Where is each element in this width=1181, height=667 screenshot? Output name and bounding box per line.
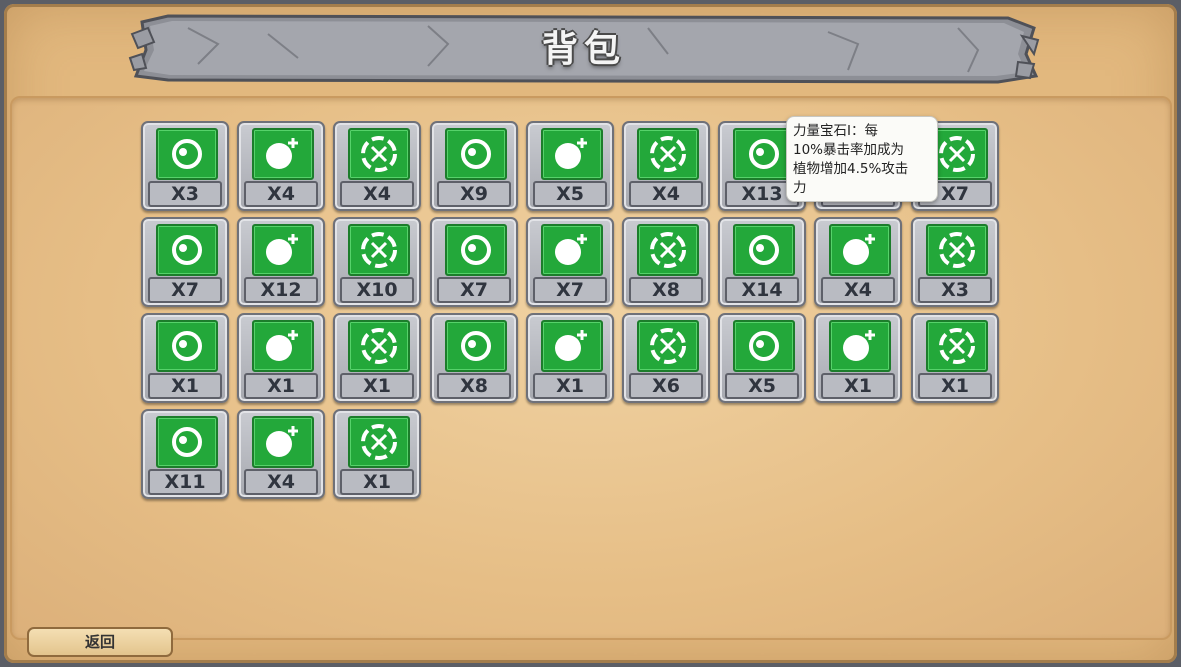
fanged-eye-gem-icon (156, 320, 218, 372)
item-count: X5 (725, 373, 799, 399)
inventory-slot[interactable]: X1 (141, 313, 229, 403)
item-count: X8 (629, 277, 703, 303)
cactus-plus-gem-icon (541, 224, 603, 276)
plant-hammer-gem-icon (348, 416, 410, 468)
item-count: X9 (437, 181, 511, 207)
inventory-slot[interactable]: X8 (622, 217, 710, 307)
crossed-cannon-gem-icon (445, 128, 507, 180)
item-count: X8 (437, 373, 511, 399)
item-count: X7 (533, 277, 607, 303)
cabbage-plus-gem-icon (445, 224, 507, 276)
inventory-slot[interactable]: X4 (237, 121, 325, 211)
item-count: X4 (244, 181, 318, 207)
inventory-slot[interactable]: X7 (430, 217, 518, 307)
item-count: X4 (821, 277, 895, 303)
zero-ring-gem-icon (348, 320, 410, 372)
cherry-plus-gem-icon (637, 224, 699, 276)
inventory-slot[interactable]: X4 (622, 121, 710, 211)
title-banner: 背包 (128, 14, 1040, 84)
target-ring-gem-icon (348, 128, 410, 180)
seed-pod-gem-icon (156, 128, 218, 180)
inventory-slot[interactable]: X12 (237, 217, 325, 307)
sun-minus-gem-icon (156, 224, 218, 276)
item-count: X7 (148, 277, 222, 303)
item-count: X4 (629, 181, 703, 207)
inventory-slot[interactable]: X1 (526, 313, 614, 403)
heal-plus-gem-icon (829, 320, 891, 372)
bean-plus-gem-icon (252, 128, 314, 180)
tooltip-line: 力量宝石I：每 (793, 123, 878, 139)
hammer-minus-gem-icon (445, 320, 507, 372)
item-count: X1 (340, 469, 414, 495)
item-count: X14 (725, 277, 799, 303)
item-count: X4 (244, 469, 318, 495)
item-count: X1 (148, 373, 222, 399)
inventory-slot[interactable]: X4 (237, 409, 325, 499)
item-count: X12 (244, 277, 318, 303)
inventory-slot[interactable]: X1 (237, 313, 325, 403)
back-button[interactable]: 返回 (27, 627, 173, 657)
item-count: X1 (244, 373, 318, 399)
inventory-slot[interactable]: X10 (333, 217, 421, 307)
heart-target-gem-icon (733, 224, 795, 276)
fan-gem-icon (829, 224, 891, 276)
inventory-slot[interactable]: X11 (141, 409, 229, 499)
inventory-slot[interactable]: X14 (718, 217, 806, 307)
peashooter-gem-icon (541, 128, 603, 180)
item-count: X3 (148, 181, 222, 207)
inventory-slot[interactable]: X5 (718, 313, 806, 403)
inventory-slot[interactable]: X1 (333, 313, 421, 403)
item-count: X1 (821, 373, 895, 399)
item-count: X1 (533, 373, 607, 399)
heal-plus-gem-icon (252, 320, 314, 372)
inventory-slot[interactable]: X7 (141, 217, 229, 307)
tooltip-line: 10%暴击率加成为 (793, 142, 905, 158)
item-count: X3 (918, 277, 992, 303)
item-count: X7 (437, 277, 511, 303)
inventory-slot[interactable]: X7 (526, 217, 614, 307)
cherry-plus-gem-icon (252, 416, 314, 468)
tooltip-line: 植物增加4.5%攻击 (793, 161, 909, 177)
sun-burst-gem-icon (156, 416, 218, 468)
item-count: X4 (340, 181, 414, 207)
twin-bean-gem-icon (733, 320, 795, 372)
item-count: X1 (918, 373, 992, 399)
inventory-slot[interactable]: X5 (526, 121, 614, 211)
leaf-fang-gem-icon (637, 320, 699, 372)
item-count: X10 (340, 277, 414, 303)
gem-tooltip: 力量宝石I：每 10%暴击率加成为 植物增加4.5%攻击 力 (786, 116, 938, 202)
pea-blast-gem-icon (348, 224, 410, 276)
inventory-slot[interactable]: X4 (333, 121, 421, 211)
inventory-slot[interactable]: X3 (911, 217, 999, 307)
inventory-slot[interactable]: X9 (430, 121, 518, 211)
inventory-slot[interactable]: X1 (333, 409, 421, 499)
fanged-eye-gem-icon (926, 224, 988, 276)
flame-fang-gem-icon (926, 320, 988, 372)
inventory-slot[interactable]: X4 (814, 217, 902, 307)
page-title: 背包 (541, 29, 626, 70)
droplet-ring-gem-icon (541, 320, 603, 372)
item-count: X11 (148, 469, 222, 495)
inventory-slot[interactable]: X1 (911, 313, 999, 403)
chomper-face-gem-icon (637, 128, 699, 180)
inventory-slot[interactable]: X6 (622, 313, 710, 403)
inventory-slot[interactable]: X3 (141, 121, 229, 211)
tooltip-line: 力 (793, 180, 807, 196)
item-count: X6 (629, 373, 703, 399)
inventory-slot[interactable]: X1 (814, 313, 902, 403)
item-count: X1 (340, 373, 414, 399)
inventory-slot[interactable]: X8 (430, 313, 518, 403)
sun-plus-gem-icon (252, 224, 314, 276)
item-count: X5 (533, 181, 607, 207)
